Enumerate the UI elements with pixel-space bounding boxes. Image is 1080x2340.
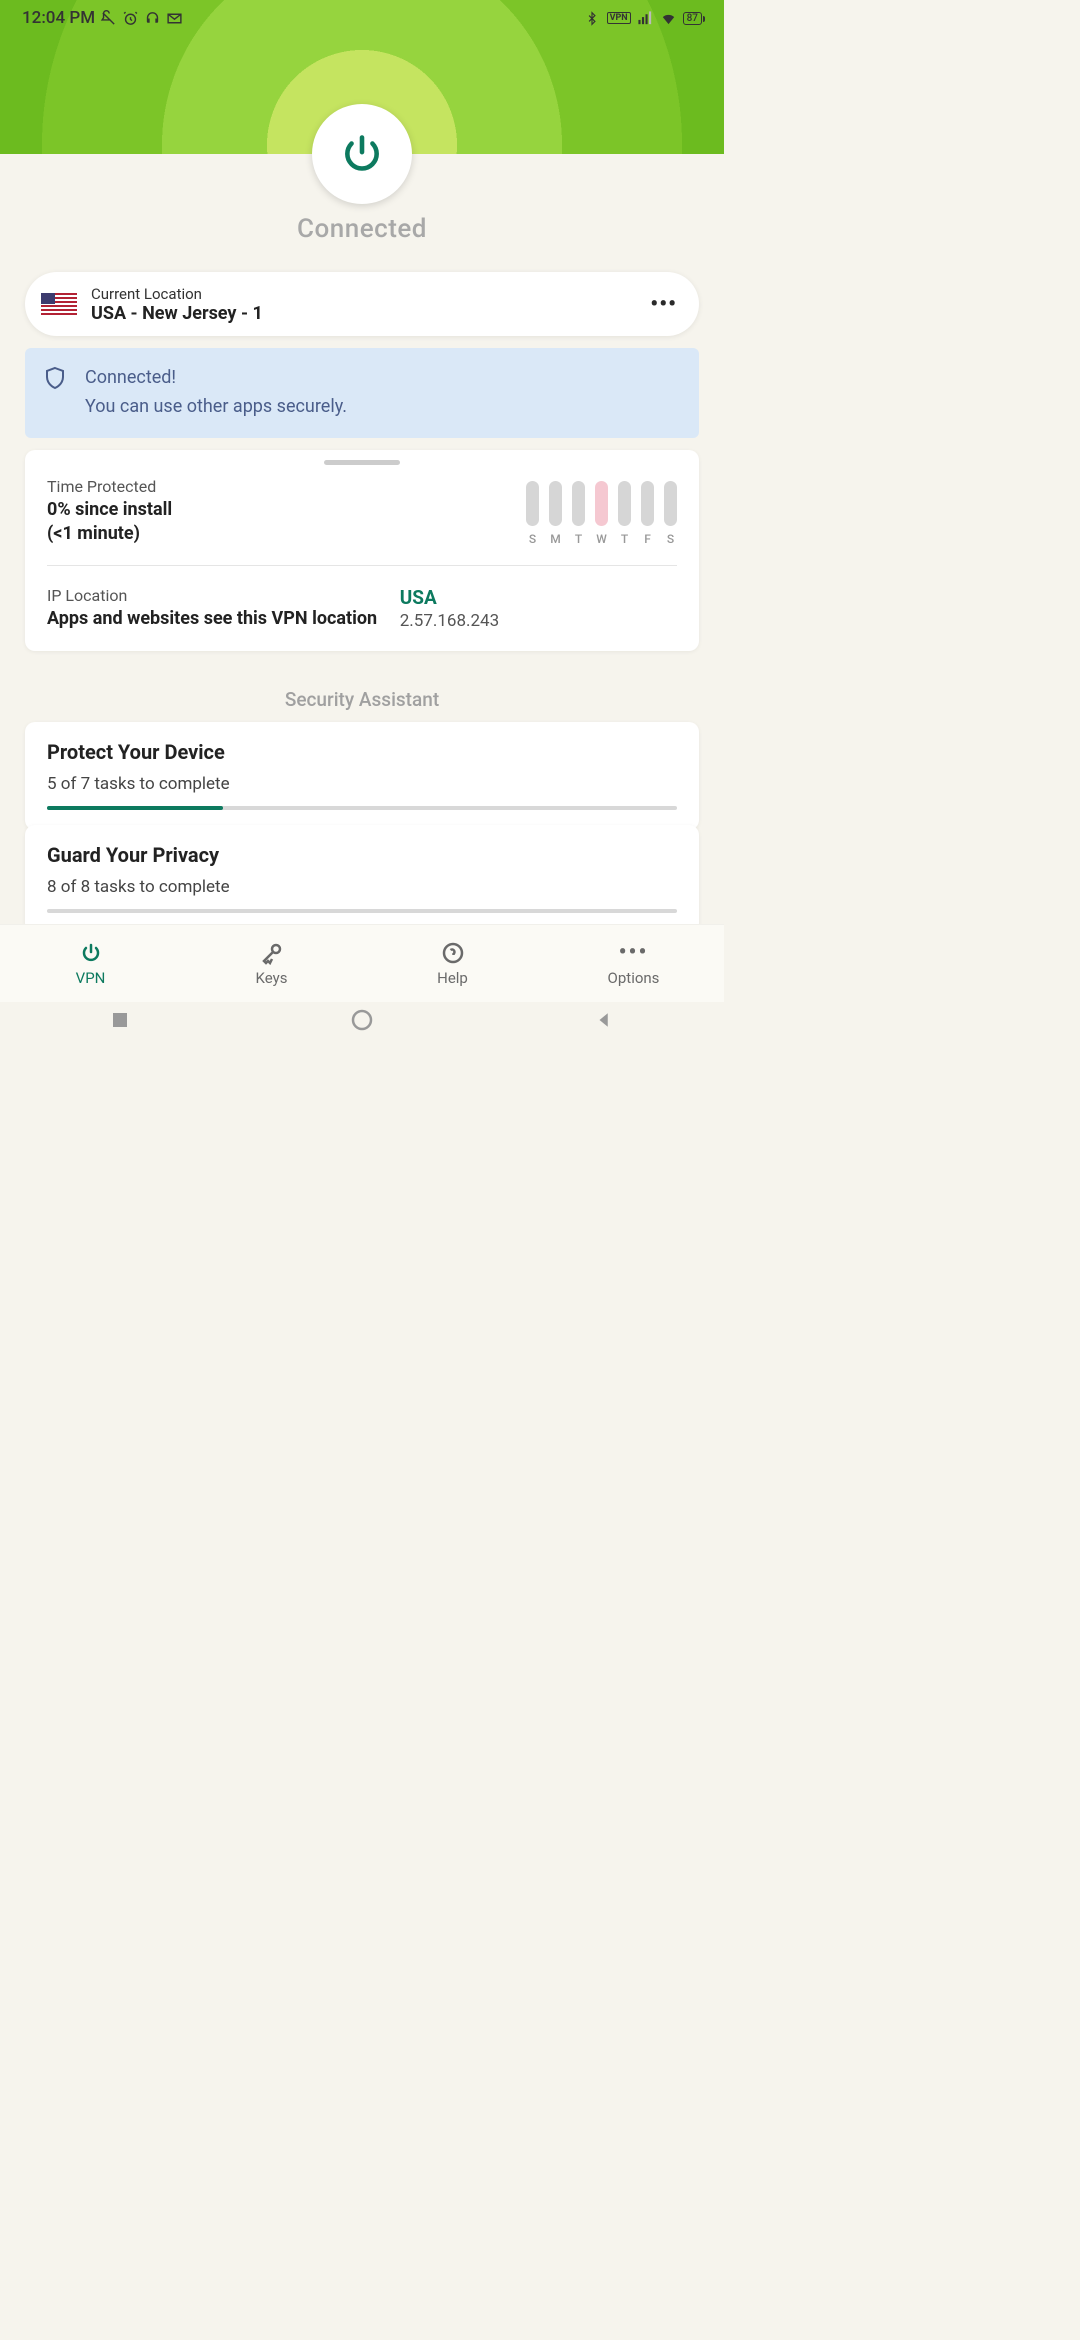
recent-apps-button[interactable] xyxy=(111,1011,129,1033)
usa-flag-icon xyxy=(41,293,77,315)
location-label: Current Location xyxy=(91,285,636,303)
battery-icon: 87 xyxy=(683,12,702,25)
alert-body: You can use other apps securely. xyxy=(85,393,347,422)
gmail-icon xyxy=(166,10,183,27)
location-value: USA - New Jersey - 1 xyxy=(91,303,636,324)
ip-country: USA xyxy=(400,586,677,609)
shield-icon xyxy=(43,364,67,392)
task-card-guard-privacy[interactable]: Guard Your Privacy 8 of 8 tasks to compl… xyxy=(25,825,699,933)
ip-location-label: IP Location xyxy=(47,586,380,605)
headset-icon xyxy=(144,10,161,27)
bottom-nav: VPN Keys Help ••• Options xyxy=(0,924,724,1002)
nav-vpn[interactable]: VPN xyxy=(0,925,181,1002)
location-card[interactable]: Current Location USA - New Jersey - 1 ••… xyxy=(25,272,699,336)
ip-address: 2.57.168.243 xyxy=(400,611,677,631)
power-icon xyxy=(340,132,384,176)
mute-icon xyxy=(100,10,117,27)
progress-bar xyxy=(47,909,677,913)
home-button[interactable] xyxy=(351,1009,373,1035)
alert-title: Connected! xyxy=(85,364,347,393)
signal-icon xyxy=(637,10,654,27)
task-title: Protect Your Device xyxy=(47,740,677,764)
security-assistant-header: Security Assistant xyxy=(0,688,724,711)
wifi-icon xyxy=(660,10,677,27)
nav-label: Help xyxy=(437,969,468,987)
power-icon xyxy=(79,941,103,965)
system-navigation xyxy=(0,1002,724,1042)
nav-label: Options xyxy=(608,969,660,987)
nav-options[interactable]: ••• Options xyxy=(543,925,724,1002)
week-chart: S M T W T F S xyxy=(526,477,677,546)
connection-alert: Connected! You can use other apps secure… xyxy=(25,348,699,438)
time-protected-label: Time Protected xyxy=(47,477,514,496)
clock-text: 12:04 PM xyxy=(22,8,95,28)
help-icon xyxy=(441,941,465,965)
nav-label: VPN xyxy=(76,969,106,987)
task-title: Guard Your Privacy xyxy=(47,843,677,867)
status-left: 12:04 PM xyxy=(22,8,183,28)
nav-help[interactable]: Help xyxy=(362,925,543,1002)
nav-keys[interactable]: Keys xyxy=(181,925,362,1002)
task-sub: 5 of 7 tasks to complete xyxy=(47,774,677,794)
time-protected-value2: (<1 minute) xyxy=(47,522,514,546)
back-button[interactable] xyxy=(595,1011,613,1033)
alarm-icon xyxy=(122,10,139,27)
ip-location-desc: Apps and websites see this VPN location xyxy=(47,607,380,631)
time-protected-value1: 0% since install xyxy=(47,498,514,522)
stats-card[interactable]: Time Protected 0% since install (<1 minu… xyxy=(25,450,699,651)
progress-bar xyxy=(47,806,677,810)
nav-label: Keys xyxy=(256,969,288,987)
task-sub: 8 of 8 tasks to complete xyxy=(47,877,677,897)
task-card-protect-device[interactable]: Protect Your Device 5 of 7 tasks to comp… xyxy=(25,722,699,830)
bluetooth-icon xyxy=(584,10,601,27)
power-button[interactable] xyxy=(312,104,412,204)
more-icon: ••• xyxy=(619,941,649,965)
status-bar: 12:04 PM VPN 87 xyxy=(0,0,724,32)
connection-status: Connected xyxy=(0,214,724,244)
vpn-badge: VPN xyxy=(607,12,631,24)
key-icon xyxy=(260,941,284,965)
more-icon[interactable]: ••• xyxy=(650,292,677,317)
status-right: VPN 87 xyxy=(584,10,702,27)
